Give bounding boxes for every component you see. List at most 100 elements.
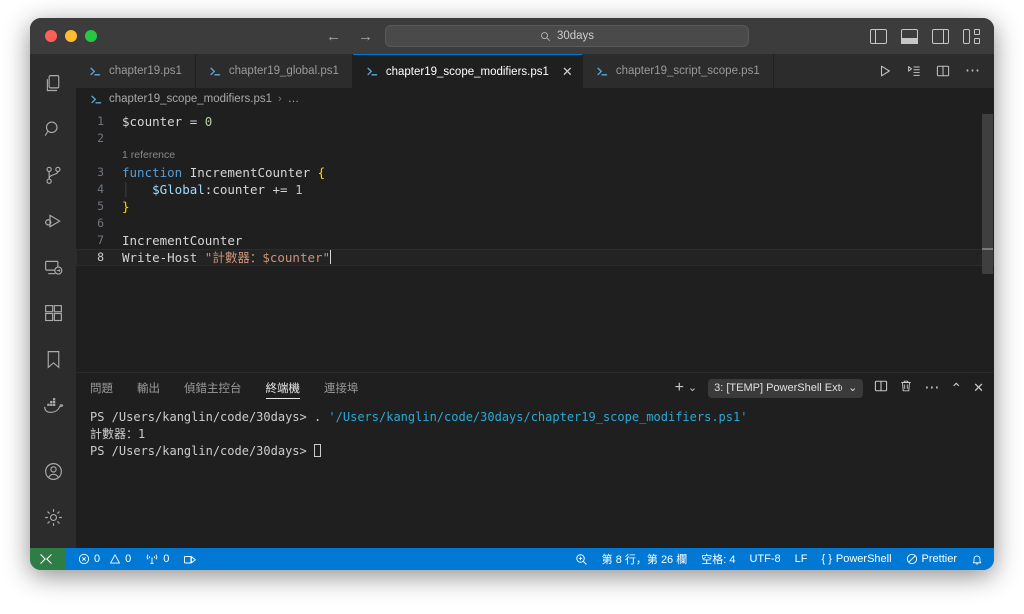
code-line[interactable]: 7 IncrementCounter bbox=[76, 232, 994, 249]
cursor-position-status[interactable]: 第 8 行，第 26 欄 bbox=[595, 548, 695, 570]
bell-icon bbox=[972, 555, 982, 565]
sidebar-item-extensions[interactable] bbox=[30, 290, 76, 336]
braces-icon: { } bbox=[821, 553, 832, 565]
run-with-debug-button[interactable] bbox=[907, 64, 921, 78]
editor-vertical-scrollbar[interactable] bbox=[981, 110, 994, 372]
close-window-button[interactable] bbox=[45, 30, 57, 42]
code-token: Write-Host bbox=[122, 250, 205, 265]
traffic-light-buttons[interactable] bbox=[40, 30, 97, 42]
tab-label: chapter19_global.ps1 bbox=[228, 65, 339, 77]
error-icon bbox=[78, 553, 90, 565]
activity-bar bbox=[30, 54, 76, 548]
toggle-panel-icon[interactable] bbox=[901, 28, 918, 44]
code-line[interactable]: 2 bbox=[76, 130, 994, 147]
code-line[interactable]: 1 $counter = 0 bbox=[76, 113, 994, 130]
status-bar-right: 第 8 行，第 26 欄 空格: 4 UTF-8 LF { } PowerShe… bbox=[568, 548, 994, 570]
indentation-status[interactable]: 空格: 4 bbox=[694, 548, 742, 570]
docker-whale-icon bbox=[43, 397, 63, 413]
remote-indicator-button[interactable] bbox=[30, 548, 66, 570]
split-editor-button[interactable] bbox=[936, 64, 950, 78]
ports-status-button[interactable]: 0 bbox=[138, 548, 176, 570]
accounts-button[interactable] bbox=[30, 448, 76, 494]
toggle-primary-sidebar-icon[interactable] bbox=[870, 28, 887, 44]
split-editor-icon bbox=[936, 65, 950, 77]
sidebar-item-run-and-debug[interactable] bbox=[30, 198, 76, 244]
encoding-status[interactable]: UTF-8 bbox=[742, 548, 787, 570]
line-content: IncrementCounter bbox=[122, 232, 994, 249]
line-number: 1 bbox=[97, 114, 104, 128]
layout-controls bbox=[870, 18, 980, 54]
sidebar-item-explorer[interactable] bbox=[30, 60, 76, 106]
notifications-button[interactable] bbox=[964, 548, 994, 570]
code-token: 0 bbox=[204, 114, 213, 129]
codelens-row: 1 reference bbox=[76, 147, 994, 164]
minimize-window-button[interactable] bbox=[65, 30, 77, 42]
code-editor[interactable]: 1 $counter = 0 2 1 reference 3 function … bbox=[76, 110, 994, 372]
line-number: 5 bbox=[97, 199, 104, 213]
bookmark-icon bbox=[47, 350, 59, 369]
code-line[interactable]: 4 │ $Global:counter += 1 bbox=[76, 181, 994, 198]
code-token: 1 bbox=[295, 182, 303, 197]
editor-tab[interactable]: chapter19.ps1 bbox=[76, 54, 196, 88]
sidebar-item-search[interactable] bbox=[30, 106, 76, 152]
zoom-in-icon bbox=[575, 553, 587, 565]
editor-tab-bar: chapter19.ps1 chapter19_global.ps1 chapt… bbox=[76, 54, 994, 88]
split-terminal-button[interactable] bbox=[874, 379, 888, 398]
code-line[interactable]: 6 bbox=[76, 215, 994, 232]
language-mode-status[interactable]: { } PowerShell bbox=[814, 548, 898, 570]
run-script-status-button[interactable] bbox=[176, 548, 204, 570]
close-tab-icon[interactable]: ✕ bbox=[562, 65, 573, 78]
sidebar-item-remote-explorer[interactable] bbox=[30, 244, 76, 290]
toggle-secondary-sidebar-icon[interactable] bbox=[932, 28, 949, 44]
manage-settings-button[interactable] bbox=[30, 494, 76, 540]
maximize-window-button[interactable] bbox=[85, 30, 97, 42]
customize-layout-icon[interactable] bbox=[963, 28, 980, 44]
extensions-icon bbox=[44, 304, 62, 321]
remote-explorer-icon bbox=[44, 260, 62, 275]
error-count: 0 bbox=[94, 553, 101, 565]
run-button[interactable] bbox=[878, 64, 892, 78]
code-token: = bbox=[189, 114, 205, 129]
problems-status-button[interactable]: 0 0 bbox=[66, 548, 138, 570]
kill-terminal-button[interactable] bbox=[899, 379, 913, 398]
panel-tab-debug-console[interactable]: 偵錯主控台 bbox=[184, 373, 242, 403]
line-content: function IncrementCounter { bbox=[122, 164, 994, 181]
panel-tab-output[interactable]: 輸出 bbox=[137, 373, 160, 403]
breadcrumb-file[interactable]: chapter19_scope_modifiers.ps1 bbox=[109, 93, 272, 105]
panel-tab-terminal[interactable]: 終端機 bbox=[265, 373, 300, 403]
sidebar-item-bookmarks[interactable] bbox=[30, 336, 76, 382]
breadcrumb[interactable]: chapter19_scope_modifiers.ps1 › … bbox=[76, 88, 994, 110]
scrollbar-thumb[interactable] bbox=[982, 114, 993, 274]
eol-status[interactable]: LF bbox=[788, 548, 815, 570]
panel-tab-problems[interactable]: 問題 bbox=[90, 373, 113, 403]
zoom-status-button[interactable] bbox=[568, 548, 595, 570]
go-back-icon[interactable]: ← bbox=[326, 29, 341, 44]
scrollbar-cursor-marker bbox=[982, 248, 993, 250]
line-number: 8 bbox=[97, 250, 104, 264]
editor-tab-active[interactable]: chapter19_scope_modifiers.ps1 ✕ bbox=[352, 54, 583, 88]
code-line[interactable]: 5 } bbox=[76, 198, 994, 215]
line-number: 6 bbox=[97, 216, 104, 230]
files-icon bbox=[46, 74, 59, 91]
navigation-arrows[interactable]: ← → bbox=[326, 18, 373, 54]
terminal-output[interactable]: PS /Users/kanglin/code/30days> . '/Users… bbox=[76, 403, 994, 548]
text-cursor bbox=[330, 250, 332, 264]
code-token: function bbox=[122, 165, 190, 180]
panel-tab-ports[interactable]: 連接埠 bbox=[324, 373, 359, 403]
sidebar-item-source-control[interactable] bbox=[30, 152, 76, 198]
breadcrumb-overflow[interactable]: … bbox=[288, 93, 300, 105]
editor-tab[interactable]: chapter19_script_scope.ps1 bbox=[582, 54, 774, 88]
code-line-current[interactable]: 8 Write-Host "計數器：$counter" bbox=[76, 249, 994, 266]
formatter-status[interactable]: Prettier bbox=[899, 548, 964, 570]
quick-open-search-bar[interactable]: 30days bbox=[385, 25, 749, 47]
port-count: 0 bbox=[163, 553, 170, 565]
go-forward-icon[interactable]: → bbox=[358, 29, 373, 44]
line-number: 7 bbox=[97, 233, 104, 247]
codelens-reference-count[interactable]: 1 reference bbox=[122, 147, 175, 164]
sidebar-item-docker[interactable] bbox=[30, 382, 76, 428]
status-bar: 0 0 0 第 8 行，第 26 欄 空格: 4 UTF-8 LF {} Po… bbox=[30, 548, 994, 570]
code-line[interactable]: 3 function IncrementCounter { bbox=[76, 164, 994, 181]
terminal-selector-dropdown[interactable]: 3: [TEMP] PowerShell Exte ⌄ bbox=[708, 378, 864, 398]
editor-tab[interactable]: chapter19_global.ps1 bbox=[195, 54, 353, 88]
